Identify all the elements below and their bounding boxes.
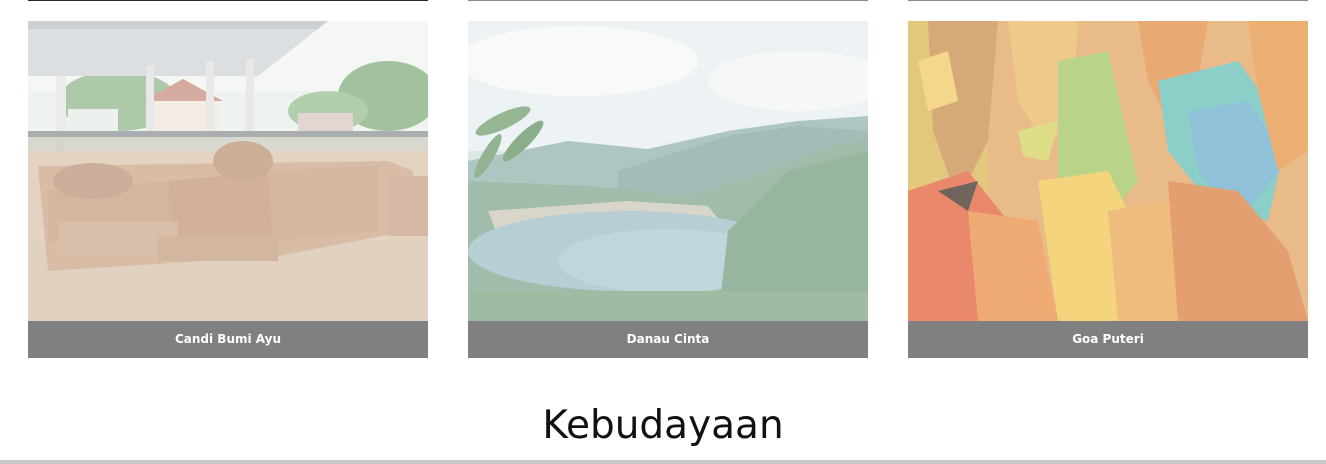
gallery-card-goa-puteri[interactable]: Goa Puteri xyxy=(908,0,1308,358)
gallery-card-candi-bumi-ayu[interactable]: Candi Bumi Ayu xyxy=(28,0,428,358)
caption-goa-puteri[interactable]: Goa Puteri xyxy=(908,321,1308,358)
gallery-card-danau-cinta[interactable]: Danau Cinta xyxy=(468,0,868,358)
card-divider xyxy=(468,0,868,1)
image-overlay xyxy=(468,21,868,321)
card-divider xyxy=(28,0,428,1)
image-overlay xyxy=(28,21,428,321)
caption-candi-bumi-ayu[interactable]: Candi Bumi Ayu xyxy=(28,321,428,358)
card-divider xyxy=(908,0,1308,1)
image-overlay xyxy=(908,21,1308,321)
caption-danau-cinta[interactable]: Danau Cinta xyxy=(468,321,868,358)
photo-danau-cinta[interactable] xyxy=(468,21,868,321)
photo-goa-puteri[interactable] xyxy=(908,21,1308,321)
section-title: Kebudayaan xyxy=(542,403,784,448)
page: Candi Bumi Ayu Danau Cinta Goa Puteri Ke… xyxy=(0,0,1326,464)
photo-candi-bumi-ayu[interactable] xyxy=(28,21,428,321)
bottom-divider xyxy=(0,460,1326,464)
